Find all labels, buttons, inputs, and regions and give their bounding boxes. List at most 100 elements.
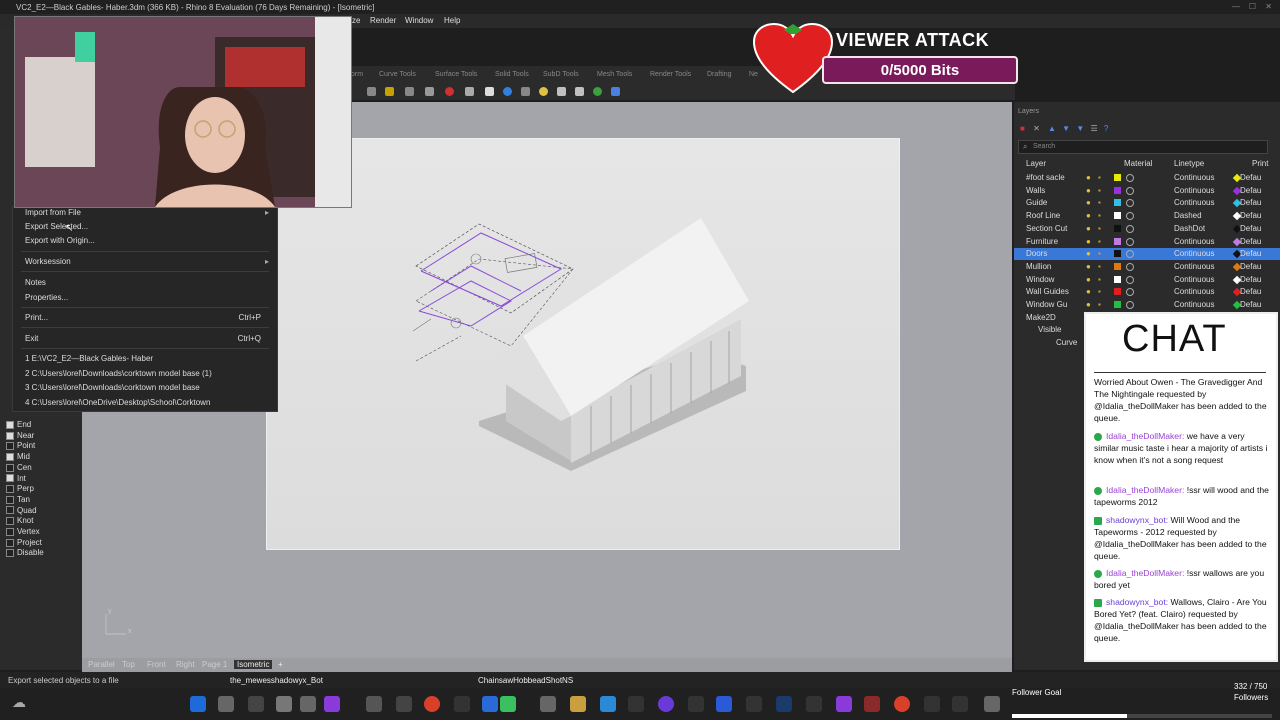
osnap-checkbox[interactable] [6,442,14,451]
tab-page-1[interactable]: Page 1 [202,660,227,669]
layer-color-swatch[interactable] [1114,262,1121,270]
app-icon[interactable] [600,696,616,712]
layer-print-width[interactable]: Defau [1240,211,1261,220]
material-icon[interactable] [1126,212,1134,221]
recent-file-4[interactable]: 4 C:\Users\lorel\OneDrive\Desktop\School… [25,398,210,407]
material-icon[interactable] [1126,262,1134,271]
lock-icon[interactable]: ▪ [1098,198,1101,207]
layer-row[interactable]: Window Gu ● ▪ Continuous Defau [1014,299,1280,311]
camera-icon[interactable] [557,87,566,96]
start-icon[interactable] [190,696,206,712]
filter-icon[interactable]: ▼ [1076,124,1084,133]
lock-icon[interactable]: ▪ [1098,224,1101,233]
visibility-bulb-icon[interactable]: ● [1086,237,1091,246]
osnap-checkbox[interactable] [6,420,14,429]
toolbar-tab-drafting[interactable]: Drafting [707,71,732,78]
app-icon[interactable] [658,696,674,712]
menu-notes[interactable]: Notes [25,278,46,287]
visibility-bulb-icon[interactable]: ● [1086,173,1091,182]
layer-print-width[interactable]: Defau [1240,249,1261,258]
osnap-checkbox[interactable] [6,517,14,526]
render-sphere-icon[interactable] [445,87,454,96]
osnap-checkbox[interactable] [6,463,14,472]
layer-icon[interactable] [425,87,434,96]
material-icon[interactable] [1126,174,1134,182]
close-icon[interactable]: ✕ [1265,2,1272,11]
visibility-bulb-icon[interactable]: ● [1086,287,1091,296]
layer-linetype[interactable]: DashDot [1174,224,1205,233]
toolbar-tab-curve-tools[interactable]: Curve Tools [379,71,416,78]
menu-item-help[interactable]: Help [444,16,460,25]
layer-print-width[interactable]: Defau [1240,198,1261,207]
layer-search-box[interactable]: ⌕ Search [1018,140,1268,154]
help-icon[interactable]: ? [1104,124,1108,133]
app-icon[interactable] [984,696,1000,712]
layer-color-swatch[interactable] [1114,186,1121,194]
weather-icon[interactable]: ☁ [12,694,26,711]
osnap-checkbox[interactable] [6,485,14,494]
menu-properties[interactable]: Properties... [25,293,68,302]
osnap-near[interactable]: Near [6,431,34,440]
gear-icon[interactable] [521,87,530,96]
grid-icon[interactable] [465,87,474,96]
layer-color-swatch[interactable] [1114,275,1121,283]
tab-right[interactable]: Right [176,660,195,669]
osnap-quad[interactable]: Quad [6,506,37,515]
osnap-checkbox[interactable] [6,527,14,536]
menu-item[interactable]: ze [352,16,360,25]
layer-linetype[interactable]: Continuous [1174,237,1214,246]
material-icon[interactable] [1126,224,1134,233]
delete-layer-icon[interactable]: ✕ [1033,124,1040,133]
lock-icon[interactable]: ▪ [1098,300,1101,309]
menu-item-window[interactable]: Window [405,16,433,25]
layer-linetype[interactable]: Continuous [1174,275,1214,284]
osnap-checkbox[interactable] [6,538,14,547]
layer-linetype[interactable]: Dashed [1174,211,1202,220]
osnap-vertex[interactable]: Vertex [6,527,40,536]
osnap-checkbox[interactable] [6,452,14,461]
tab-top[interactable]: Top [122,660,135,669]
layer-print-width[interactable]: Defau [1240,262,1261,271]
app-icon[interactable] [396,696,412,712]
visibility-bulb-icon[interactable]: ● [1086,262,1091,271]
select-icon[interactable] [367,87,376,96]
app-icon[interactable] [806,696,822,712]
layer-row[interactable]: Furniture ● ▪ Continuous Defau [1014,236,1280,248]
app-icon[interactable] [952,696,968,712]
move-down-icon[interactable]: ▼ [1062,124,1070,133]
help-icon[interactable] [611,87,620,96]
osnap-checkbox[interactable] [6,506,14,515]
globe-icon[interactable] [503,87,512,96]
maximize-icon[interactable]: ☐ [1249,2,1256,11]
material-icon[interactable] [1126,237,1134,246]
layer-color-swatch[interactable] [1114,224,1121,232]
layer-row[interactable]: Walls ● ▪ Continuous Defau [1014,185,1280,197]
app-icon[interactable] [218,696,234,712]
toolbar-tab-render-tools[interactable]: Render Tools [650,71,691,78]
sun-icon[interactable] [539,87,548,96]
material-icon[interactable] [575,87,584,96]
layer-row[interactable]: Wall Guides ● ▪ Continuous Defau [1014,286,1280,298]
lock-icon[interactable]: ▪ [1098,237,1101,246]
browser-icon[interactable] [424,696,440,712]
osnap-cen[interactable]: Cen [6,463,32,472]
osnap-checkbox[interactable] [6,549,14,558]
col-print[interactable]: Print [1252,159,1268,168]
app-icon[interactable] [300,696,316,712]
menu-export-with-origin[interactable]: Export with Origin... [25,236,95,245]
layer-print-width[interactable]: Defau [1240,237,1261,246]
app-icon[interactable] [864,696,880,712]
layer-linetype[interactable]: Continuous [1174,198,1214,207]
col-layer[interactable]: Layer [1026,159,1046,168]
visibility-bulb-icon[interactable]: ● [1086,198,1091,207]
layer-row[interactable]: #foot sacle ● ▪ Continuous Defau [1014,172,1280,184]
layer-print-width[interactable]: Defau [1240,186,1261,195]
visibility-bulb-icon[interactable]: ● [1086,249,1091,258]
layer-color-swatch[interactable] [1114,250,1121,258]
app-icon[interactable] [746,696,762,712]
add-tab-button[interactable]: + [278,660,283,669]
layer-linetype[interactable]: Continuous [1174,287,1214,296]
app-icon[interactable] [500,696,516,712]
layer-linetype[interactable]: Continuous [1174,186,1214,195]
osnap-checkbox[interactable] [6,431,14,440]
